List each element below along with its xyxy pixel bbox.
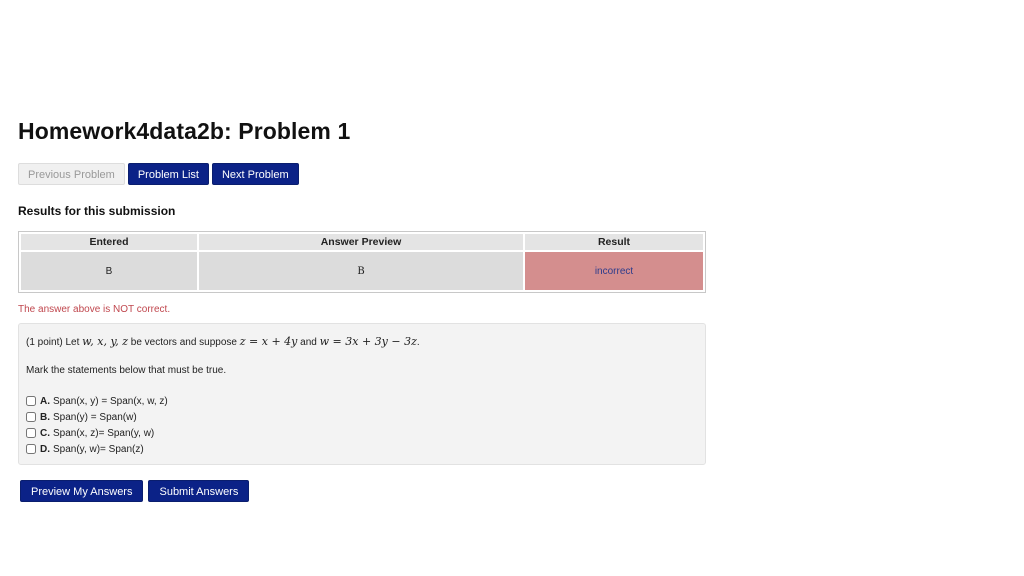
results-table: Entered Answer Preview Result B B incorr…	[18, 231, 706, 293]
option-b[interactable]: B. Span(y) = Span(w)	[26, 409, 698, 425]
equation-z: z = x + 4y	[239, 335, 298, 348]
problem-points: (1 point) Let	[26, 337, 80, 348]
problem-vars: w, x, y, z	[82, 335, 128, 348]
option-b-letter: B.	[40, 411, 50, 423]
option-d[interactable]: D. Span(y, w)= Span(z)	[26, 441, 698, 457]
answer-preview-cell: B	[199, 252, 523, 290]
option-d-letter: D.	[40, 443, 50, 455]
problem-list-button[interactable]: Problem List	[127, 163, 209, 185]
problem-end: .	[416, 337, 420, 348]
column-header-answer-preview: Answer Preview	[199, 234, 523, 250]
answer-actions: Preview My Answers Submit Answers	[18, 480, 706, 502]
results-heading: Results for this submission	[18, 204, 176, 218]
main-content: Homework4data2b: Problem 1 Previous Prob…	[18, 118, 706, 502]
problem-navigation: Previous Problem Problem List Next Probl…	[18, 163, 706, 185]
option-d-checkbox[interactable]	[26, 444, 36, 454]
option-b-checkbox[interactable]	[26, 412, 36, 422]
option-a[interactable]: A. Span(x, y) = Span(x, w, z)	[26, 393, 698, 409]
next-problem-button[interactable]: Next Problem	[211, 163, 299, 185]
option-c[interactable]: C. Span(x, z)= Span(y, w)	[26, 425, 698, 441]
option-a-text: Span(x, y) = Span(x, w, z)	[53, 395, 168, 407]
option-d-text: Span(y, w)= Span(z)	[53, 443, 144, 455]
previous-problem-button[interactable]: Previous Problem	[18, 163, 125, 185]
option-a-letter: A.	[40, 395, 50, 407]
submit-answers-button[interactable]: Submit Answers	[148, 480, 250, 502]
feedback-message: The answer above is NOT correct.	[18, 304, 171, 315]
option-b-text: Span(y) = Span(w)	[53, 411, 137, 423]
problem-mid: be vectors and suppose	[130, 337, 237, 348]
problem-statement: (1 point) Let w, x, y, z be vectors and …	[26, 335, 698, 348]
page-title: Homework4data2b: Problem 1	[18, 118, 351, 144]
preview-answers-button[interactable]: Preview My Answers	[20, 480, 144, 502]
problem-box: (1 point) Let w, x, y, z be vectors and …	[18, 323, 706, 465]
options-list: A. Span(x, y) = Span(x, w, z) B. Span(y)…	[26, 393, 698, 457]
result-cell: incorrect	[525, 252, 703, 290]
option-c-letter: C.	[40, 427, 50, 439]
option-c-checkbox[interactable]	[26, 428, 36, 438]
column-header-entered: Entered	[21, 234, 197, 250]
option-c-text: Span(x, z)= Span(y, w)	[53, 427, 155, 439]
problem-and: and	[300, 337, 317, 348]
table-row: B B incorrect	[21, 252, 703, 290]
equation-w: w = 3x + 3y − 3z	[319, 335, 417, 348]
option-a-checkbox[interactable]	[26, 396, 36, 406]
results-header-row: Entered Answer Preview Result	[21, 234, 703, 250]
entered-cell: B	[21, 252, 197, 290]
column-header-result: Result	[525, 234, 703, 250]
problem-instruction: Mark the statements below that must be t…	[26, 365, 227, 376]
